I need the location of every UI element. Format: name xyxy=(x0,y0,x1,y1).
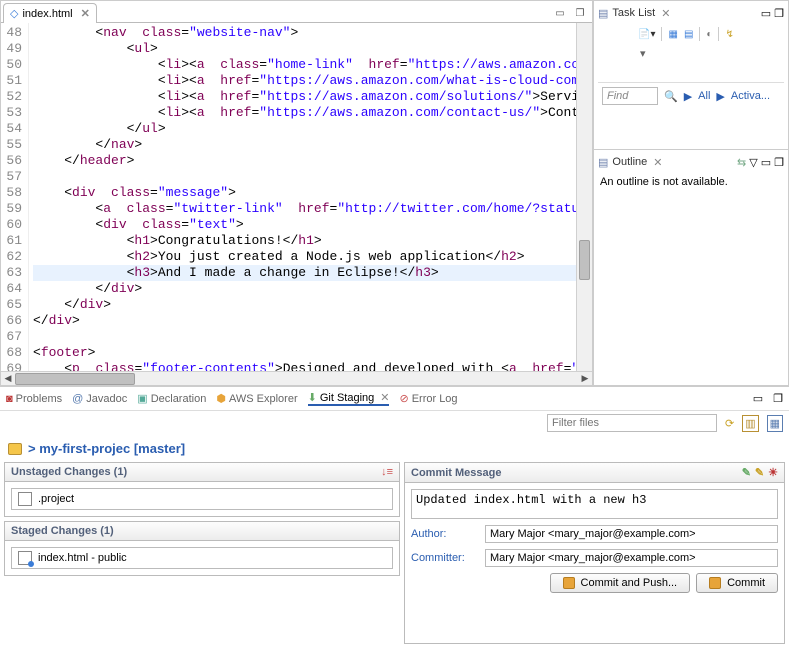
outline-empty-text: An outline is not available. xyxy=(598,172,784,192)
repository-icon xyxy=(8,443,22,455)
committer-label: Committer: xyxy=(411,552,479,564)
tab-problems[interactable]: ◙Problems xyxy=(6,393,62,405)
repo-heading: > my-first-projec [master] xyxy=(0,435,789,462)
changeid-icon[interactable]: ☀ xyxy=(768,466,778,479)
editor-pane: ◇ index.html ✕ ▭ ❐ 484950515253545556575… xyxy=(0,0,593,386)
committer-input[interactable] xyxy=(485,549,778,567)
compare-mode-icon[interactable]: ▥ xyxy=(742,415,758,432)
editor-tab-label: index.html xyxy=(22,8,72,20)
link-with-editor-icon[interactable]: ⇆ xyxy=(737,156,746,169)
horizontal-scrollbar[interactable]: ◀▶ xyxy=(1,371,592,385)
minimize-icon[interactable]: ▭ xyxy=(761,7,771,20)
schedule-icon[interactable]: ▤ xyxy=(684,29,693,40)
commit-message-input[interactable]: Updated index.html with a new h3 xyxy=(411,489,778,519)
layout-icon[interactable]: ▦ xyxy=(767,415,783,432)
commit-and-push-button[interactable]: Commit and Push... xyxy=(550,573,691,593)
task-list-toolbar: 📄▾ ▦ ▤ ◐ ↯ xyxy=(598,23,784,45)
declaration-icon: ▣ xyxy=(137,392,147,405)
filter-files-input[interactable] xyxy=(547,414,717,432)
file-icon xyxy=(18,551,32,565)
outline-title: Outline xyxy=(612,156,647,168)
author-input[interactable] xyxy=(485,525,778,543)
new-task-dropdown[interactable]: 📄▾ xyxy=(638,29,655,40)
task-filter-all[interactable]: All xyxy=(698,90,710,102)
synchronize-icon[interactable]: ↯ xyxy=(725,29,733,40)
staged-file-label: index.html - public xyxy=(38,552,127,564)
bottom-pane: ◙Problems @Javadoc ▣Declaration ⬢AWS Exp… xyxy=(0,386,789,648)
maximize-icon[interactable]: ❐ xyxy=(572,5,588,21)
commit-message-title: Commit Message xyxy=(411,467,501,479)
commit-button[interactable]: Commit xyxy=(696,573,778,593)
task-list-icon: ▤ xyxy=(598,7,608,20)
bottom-view-tabs: ◙Problems @Javadoc ▣Declaration ⬢AWS Exp… xyxy=(0,387,789,411)
javadoc-icon: @ xyxy=(72,393,83,405)
file-icon xyxy=(18,492,32,506)
expand-icon[interactable]: ▶ xyxy=(684,90,692,103)
view-menu-icon[interactable]: ▽ xyxy=(749,156,757,169)
code-content[interactable]: <nav class="website-nav"> <ul> <li><a cl… xyxy=(29,23,592,371)
html-file-icon: ◇ xyxy=(10,7,18,20)
maximize-icon[interactable]: ❐ xyxy=(773,392,783,405)
author-label: Author: xyxy=(411,528,479,540)
search-icon[interactable]: 🔍 xyxy=(664,90,678,103)
tab-javadoc[interactable]: @Javadoc xyxy=(72,393,127,405)
minimize-icon[interactable]: ▭ xyxy=(552,5,568,21)
outline-icon: ▤ xyxy=(598,156,608,169)
unstaged-title: Unstaged Changes (1) xyxy=(11,466,127,478)
amend-icon[interactable]: ✎ xyxy=(742,466,751,479)
unstaged-file-row[interactable]: .project xyxy=(11,488,393,510)
close-icon[interactable]: ✕ xyxy=(653,156,662,169)
right-pane: ▤ Task List ✕ ▭ ❐ 📄▾ ▦ ▤ ◐ ↯ ▾ Find xyxy=(593,0,789,386)
editor-tab-bar: ◇ index.html ✕ ▭ ❐ xyxy=(1,1,592,23)
focus-icon[interactable]: ◐ xyxy=(706,29,712,40)
tab-error-log[interactable]: ⊘Error Log xyxy=(399,392,457,405)
commit-icon xyxy=(709,577,721,589)
staged-file-row[interactable]: index.html - public xyxy=(11,547,393,569)
staged-title: Staged Changes (1) xyxy=(11,525,114,537)
commit-push-icon xyxy=(563,577,575,589)
minimize-icon[interactable]: ▭ xyxy=(753,392,763,405)
unstaged-changes-panel: Unstaged Changes (1) ↓≡ .project xyxy=(4,462,400,517)
close-icon[interactable]: ✕ xyxy=(81,7,90,20)
line-number-gutter: 4849505152535455565758596061626364656667… xyxy=(1,23,29,371)
minimize-icon[interactable]: ▭ xyxy=(761,156,771,169)
editor-tab-index-html[interactable]: ◇ index.html ✕ xyxy=(3,3,97,23)
task-list-title: Task List xyxy=(612,7,655,19)
unstaged-file-label: .project xyxy=(38,493,74,505)
code-editor[interactable]: 4849505152535455565758596061626364656667… xyxy=(1,23,592,371)
vertical-scrollbar[interactable] xyxy=(576,23,592,371)
signoff-icon[interactable]: ✎ xyxy=(755,466,764,479)
aws-icon: ⬢ xyxy=(216,392,226,405)
tab-declaration[interactable]: ▣Declaration xyxy=(137,392,206,405)
commit-message-panel: Commit Message ✎ ✎ ☀ Updated index.html … xyxy=(404,462,785,644)
task-list-view: ▤ Task List ✕ ▭ ❐ 📄▾ ▦ ▤ ◐ ↯ ▾ Find xyxy=(593,0,789,150)
staged-changes-panel: Staged Changes (1) index.html - public xyxy=(4,521,400,576)
problems-icon: ◙ xyxy=(6,393,13,405)
maximize-icon[interactable]: ❐ xyxy=(774,7,784,20)
presentation-icon[interactable]: ↓≡ xyxy=(381,466,393,478)
error-log-icon: ⊘ xyxy=(399,392,408,405)
repo-name: > my-first-projec [master] xyxy=(28,441,185,456)
tab-aws-explorer[interactable]: ⬢AWS Explorer xyxy=(216,392,297,405)
refresh-icon[interactable]: ⟳ xyxy=(725,417,734,430)
expand-icon[interactable]: ▶ xyxy=(716,90,724,103)
outline-view: ▤ Outline ✕ ⇆ ▽ ▭ ❐ An outline is not av… xyxy=(593,150,789,386)
git-icon: ⬇ xyxy=(308,391,317,404)
close-icon[interactable]: ✕ xyxy=(661,7,670,20)
categorize-icon[interactable]: ▦ xyxy=(668,29,677,40)
maximize-icon[interactable]: ❐ xyxy=(774,156,784,169)
close-icon[interactable]: ✕ xyxy=(380,391,389,404)
task-find-input[interactable]: Find xyxy=(602,87,658,105)
task-filter-activate[interactable]: Activa... xyxy=(731,90,770,102)
tab-git-staging[interactable]: ⬇Git Staging✕ xyxy=(308,391,390,406)
